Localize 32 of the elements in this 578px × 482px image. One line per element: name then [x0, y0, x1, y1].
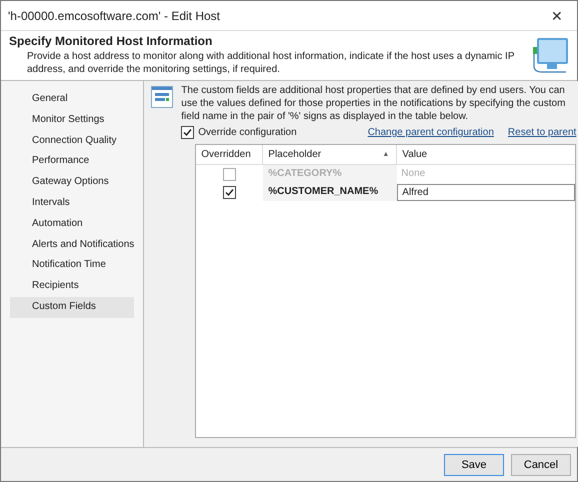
form-icon	[151, 86, 174, 108]
sidebar-item[interactable]: Connection Quality	[10, 130, 134, 152]
sidebar-item[interactable]: Custom Fields	[10, 296, 134, 318]
input-field[interactable]: Alfred	[397, 184, 576, 200]
checkbox-label: Override configuration	[198, 127, 297, 138]
info-text: The custom fields are additional host properties that are defined by end users. You can use the values defined for those properties in the notifications by specifying the custom field name in the pair of '%' signs as displayed in the table below.	[181, 84, 566, 123]
table-cell: %CUSTOMER_NAME%	[263, 183, 398, 201]
table-cell-text: None	[400, 167, 426, 181]
sidebar-item[interactable]: Recipients	[10, 276, 134, 297]
table-cell: %CATEGORY%	[263, 165, 398, 183]
sidebar-item[interactable]: Monitor Settings	[10, 110, 134, 131]
cancel-button[interactable]: Cancel	[511, 454, 571, 476]
sidebar-item[interactable]: Gateway Options	[10, 172, 134, 193]
column-header[interactable]: Overridden	[196, 145, 264, 164]
checkbox[interactable]	[223, 186, 236, 198]
sidebar-item[interactable]: Notification Time	[10, 255, 134, 276]
sidebar-item[interactable]: Automation	[10, 214, 134, 235]
sidebar-item[interactable]: Performance	[10, 151, 134, 172]
window-title: 'h-00000.emcosoftware.com' - Edit Host	[8, 8, 220, 22]
column-label[interactable]: Placeholder	[268, 145, 322, 164]
checkbox[interactable]	[181, 126, 194, 139]
checkbox[interactable]	[223, 168, 236, 180]
column-header[interactable]: Value	[397, 145, 576, 164]
link[interactable]: Change parent configuration	[368, 127, 494, 138]
link[interactable]: Reset to parent	[508, 127, 576, 138]
page-description: Provide a host address to monitor along with additional host information, indicate if the host uses a dynamic IP address, and override the monitoring settings, if required.	[26, 50, 516, 76]
close-button[interactable]: ✕	[537, 1, 577, 30]
sidebar-item[interactable]: General	[10, 89, 134, 110]
sidebar-item[interactable]: Intervals	[10, 192, 134, 214]
save-button[interactable]: Save	[444, 454, 504, 476]
page-title: Specify Monitored Host Information	[9, 34, 214, 48]
sidebar-item[interactable]: Alerts and Notifications	[10, 234, 134, 256]
